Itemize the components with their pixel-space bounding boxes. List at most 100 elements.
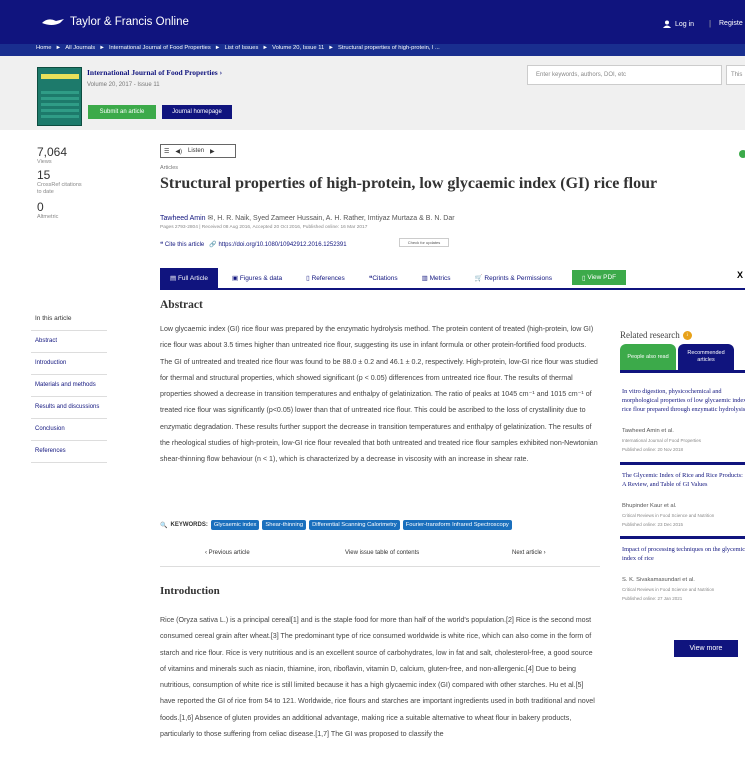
user-icon (663, 20, 671, 28)
journal-title[interactable]: International Journal of Food Properties… (87, 68, 222, 77)
introduction-text: Rice (Oryza sativa L.) is a principal ce… (160, 616, 595, 739)
cite-link[interactable]: Cite this article (165, 242, 204, 248)
logo-icon (42, 19, 64, 25)
related-author: Tawheed Amin et al. (622, 428, 674, 434)
abstract-heading: Abstract (160, 299, 203, 311)
tab-references[interactable]: ▯ References (296, 268, 355, 288)
listen-button[interactable]: ☰ ◀) Listen ▶ (160, 144, 236, 158)
related-card[interactable]: In vitro digestion, physicochemical and … (620, 381, 745, 454)
tab-label: Metrics (429, 274, 451, 282)
article-type: Articles (160, 165, 179, 171)
views-count: 7,064 (37, 145, 68, 159)
search-scope-select[interactable]: This (726, 65, 745, 85)
article-metrics: 7,064 Views 15 CrossRef citations to dat… (37, 145, 87, 222)
related-research: Related research i People also read Recom… (620, 330, 745, 603)
related-title[interactable]: Impact of processing techniques on the g… (620, 539, 745, 569)
tab-label: Figures & data (239, 274, 283, 282)
tab-metrics[interactable]: ▥ Metrics (412, 268, 461, 288)
site-logo[interactable]: Taylor & Francis Online (40, 15, 189, 29)
chevron-right-icon: ► (262, 45, 269, 51)
related-title[interactable]: In vitro digestion, physicochemical and … (620, 381, 745, 420)
tab-full-article[interactable]: ▤ Full Article (160, 268, 218, 288)
related-date: Published online: 23 Dec 2015 (622, 521, 684, 527)
article-tabs: ▤ Full Article ▣ Figures & data ▯ Refere… (160, 268, 745, 290)
email-icon[interactable]: ✉ (207, 215, 213, 222)
crossref-label: CrossRef citations to date (37, 182, 82, 196)
tab-label: View PDF (587, 274, 617, 281)
view-pdf-button[interactable]: ▯ View PDF (571, 270, 627, 285)
speaker-icon: ◀) (175, 148, 183, 155)
keyword-tag[interactable]: Fourier-transform Infrared Spectroscopy (402, 520, 512, 530)
sidebar-item-materials[interactable]: Materials and methods (31, 375, 107, 397)
breadcrumb-all-journals[interactable]: All Journals (65, 45, 95, 56)
submit-article-button[interactable]: Submit an article (88, 105, 156, 119)
altmetric-label: Altmetric (37, 214, 59, 221)
breadcrumb-volume[interactable]: Volume 20, Issue 11 (272, 45, 324, 56)
breadcrumb-home[interactable]: Home (36, 45, 51, 56)
related-card[interactable]: The Glycemic Index of Rice and Rice Prod… (620, 461, 745, 529)
link-icon: 🔗 (209, 242, 217, 248)
related-source: Critical Reviews in Food Science and Nut… (622, 587, 715, 593)
introduction-heading: Introduction (160, 585, 220, 597)
tab-label: Reprints & Permissions (484, 274, 552, 282)
play-icon[interactable]: ▶ (207, 148, 218, 155)
check-updates-button[interactable]: Check for updates (399, 238, 449, 247)
breadcrumb-article: Structural properties of high-protein, l… (337, 45, 440, 51)
related-date: Published online: 27 Jan 2021 (622, 596, 683, 602)
view-more-button[interactable]: View more (674, 640, 738, 657)
x-social-icon[interactable]: X (737, 270, 743, 280)
related-title[interactable]: The Glycemic Index of Rice and Rice Prod… (620, 465, 745, 495)
image-icon: ▣ (231, 275, 240, 282)
keyword-tag[interactable]: Glycaemic index (210, 520, 260, 530)
in-this-article-nav: In this article Abstract Introduction Ma… (31, 307, 107, 463)
journal-cover[interactable] (37, 67, 82, 126)
login-link[interactable]: Log in (663, 20, 694, 28)
sidebar-item-references[interactable]: References (31, 441, 107, 463)
breadcrumb: Home ► All Journals ► International Journa… (0, 44, 745, 56)
next-article-link[interactable]: Next article › (512, 550, 546, 556)
altmetric-count[interactable]: 0 (37, 200, 87, 214)
next-label: Next article (512, 550, 543, 556)
logo-text: Taylor & Francis Online (70, 16, 189, 28)
chevron-right-icon: ► (328, 45, 334, 51)
keyword-tag[interactable]: Shear-thinning (262, 520, 307, 530)
sidebar-item-results[interactable]: Results and discussions (31, 397, 107, 419)
header-separator: | (709, 19, 712, 28)
menu-icon[interactable]: ☰ (161, 148, 172, 155)
register-link[interactable]: Registe (719, 20, 743, 27)
listen-label: Listen (188, 148, 205, 154)
related-heading-text: Related research (620, 330, 680, 340)
doi-link[interactable]: https://doi.org/10.1080/10942912.2016.12… (218, 242, 346, 248)
sidebar-item-abstract[interactable]: Abstract (31, 331, 107, 353)
abstract-text: Low glycaemic index (GI) rice flour was … (160, 325, 598, 464)
tab-recommended[interactable]: Recommended articles (678, 344, 734, 370)
related-author: S. K. Sivakamasundari et al. (622, 577, 695, 584)
crossref-count[interactable]: 15 (37, 168, 87, 182)
related-card[interactable]: Impact of processing techniques on the g… (620, 536, 745, 603)
info-icon[interactable]: i (682, 330, 692, 340)
other-authors[interactable]: H. R. Naik, Syed Zameer Hussain, A. H. R… (217, 215, 454, 222)
related-source: International Journal of Food Properties (622, 438, 702, 443)
keyword-tag[interactable]: Differential Scanning Calorimetry (309, 520, 400, 530)
tab-reprints[interactable]: 🛒 Reprints & Permissions (465, 268, 562, 288)
prev-label: Previous article (208, 550, 250, 556)
chevron-right-icon: ► (214, 45, 221, 51)
document-icon: ▤ (170, 275, 178, 282)
journal-homepage-button[interactable]: Journal homepage (162, 105, 232, 119)
tab-label: References (311, 274, 345, 282)
breadcrumb-journal[interactable]: International Journal of Food Properties (109, 45, 211, 56)
sidebar-item-introduction[interactable]: Introduction (31, 353, 107, 375)
article-title: Structural properties of high-protein, l… (160, 175, 658, 192)
issue-toc-link[interactable]: View issue table of contents (345, 550, 419, 556)
quote-icon: ❝ (160, 242, 164, 248)
tab-citations[interactable]: ❝ Citations (359, 268, 408, 288)
search-input[interactable]: Enter keywords, authors, DOI, etc (527, 65, 722, 85)
previous-article-link[interactable]: ‹ Previous article (205, 550, 250, 556)
sidebar-item-conclusion[interactable]: Conclusion (31, 419, 107, 441)
related-author: Bhupinder Kaur et al. (622, 502, 677, 509)
breadcrumb-issues[interactable]: List of Issues (225, 45, 259, 56)
tab-figures[interactable]: ▣ Figures & data (222, 268, 292, 288)
status-dot (739, 150, 745, 158)
author-link[interactable]: Tawheed Amin (160, 215, 206, 222)
tab-people-also-read[interactable]: People also read (620, 344, 676, 370)
